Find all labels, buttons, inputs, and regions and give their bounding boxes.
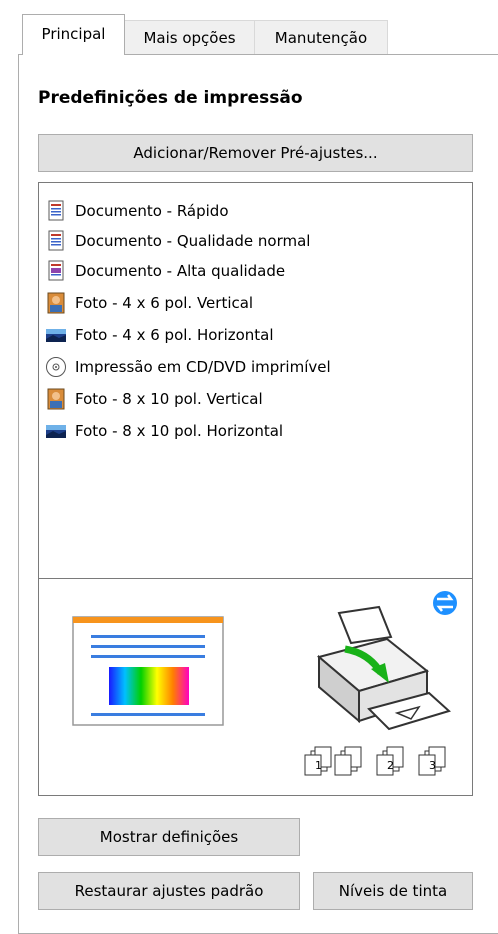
list-item-label: Documento - Rápido [75,202,229,220]
presets-title: Predefinições de impressão [38,88,303,108]
list-item[interactable]: Documento - Rápido [45,197,229,225]
tab-mais-opcoes[interactable]: Mais opções [124,20,255,55]
photo-landscape-icon [46,329,66,342]
tab-principal[interactable]: Principal [22,14,125,55]
list-item-label: Foto - 8 x 10 pol. Vertical [75,390,263,408]
copy-label-1: 1 [315,759,322,772]
restore-defaults-button[interactable]: Restaurar ajustes padrão [38,872,300,910]
list-item-label: Impressão em CD/DVD imprimível [75,358,331,376]
printer-icon [316,605,451,731]
print-preview: 1 2 3 [38,578,473,796]
add-remove-presets-button[interactable]: Adicionar/Remover Pré-ajustes... [38,134,473,172]
list-item[interactable]: Foto - 4 x 6 pol. Vertical [45,289,253,317]
document-icon [48,200,64,221]
page-preview-icon [72,616,224,726]
document-color-icon [48,260,64,281]
photo-portrait-icon [47,388,65,410]
photo-portrait-icon [47,292,65,314]
tab-manutencao[interactable]: Manutenção [254,20,388,55]
cd-icon [46,357,66,377]
swap-icon[interactable] [433,591,457,615]
collate-copies-icon [304,746,446,776]
list-item[interactable]: Foto - 8 x 10 pol. Vertical [45,385,263,413]
list-item-label: Documento - Qualidade normal [75,232,311,250]
show-settings-button[interactable]: Mostrar definições [38,818,300,856]
list-item-label: Foto - 4 x 6 pol. Vertical [75,294,254,312]
photo-landscape-icon [46,425,66,438]
copy-label-2: 2 [387,759,394,772]
list-item-label: Foto - 8 x 10 pol. Horizontal [75,422,284,440]
document-icon [48,230,64,251]
list-item-label: Foto - 4 x 6 pol. Horizontal [75,326,274,344]
list-item[interactable]: Documento - Qualidade normal [45,227,310,255]
ink-levels-button[interactable]: Níveis de tinta [313,872,473,910]
list-item[interactable]: Impressão em CD/DVD imprimível [45,353,331,381]
copy-label-3: 3 [429,759,436,772]
list-item[interactable]: Foto - 8 x 10 pol. Horizontal [45,417,283,445]
printer-preferences-window: Principal Mais opções Manutenção Predefi… [0,0,498,934]
list-item[interactable]: Foto - 4 x 6 pol. Horizontal [45,321,274,349]
list-item-label: Documento - Alta qualidade [75,262,286,280]
list-item[interactable]: Documento - Alta qualidade [45,257,285,285]
presets-list[interactable]: Documento - Rápido Documento - Qualidade… [38,182,473,580]
